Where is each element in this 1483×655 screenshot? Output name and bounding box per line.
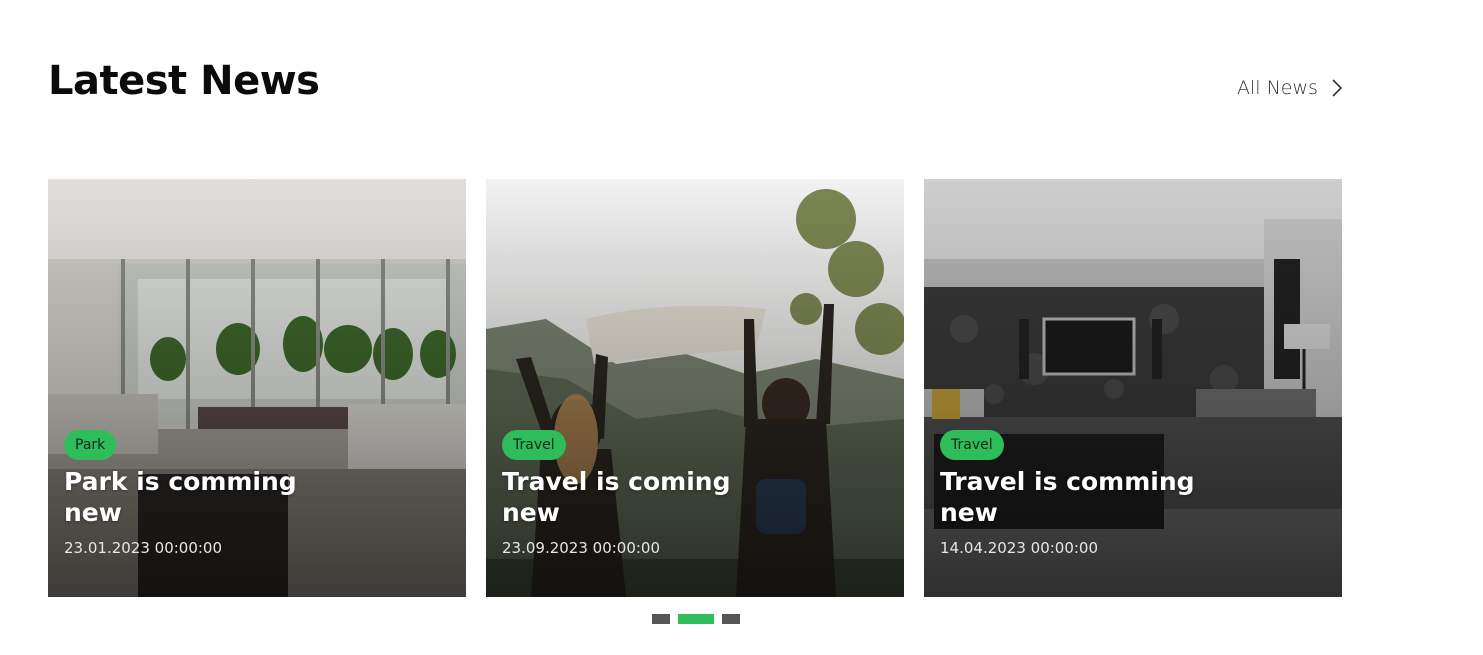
carousel-dot-2-active[interactable] (678, 614, 714, 624)
news-date: 23.09.2023 00:00:00 (502, 539, 661, 557)
carousel-pagination (652, 614, 740, 624)
news-title[interactable]: Travel is comming new (940, 466, 1200, 528)
carousel-dot-1[interactable] (652, 614, 670, 624)
news-date: 14.04.2023 00:00:00 (940, 539, 1099, 557)
carousel-dot-3[interactable] (722, 614, 740, 624)
news-card-travel-1[interactable]: Travel Travel is coming new 23.09.2023 0… (486, 179, 904, 597)
news-title[interactable]: Travel is coming new (502, 466, 762, 528)
news-card-park[interactable]: Park Park is comming new 23.01.2023 00:0… (48, 179, 466, 597)
category-badge[interactable]: Travel (502, 430, 566, 460)
chevron-right-icon (1332, 79, 1343, 97)
category-badge[interactable]: Travel (940, 430, 1004, 460)
news-card-travel-2[interactable]: Travel Travel is comming new 14.04.2023 … (924, 179, 1342, 597)
news-date: 23.01.2023 00:00:00 (64, 539, 223, 557)
category-badge[interactable]: Park (64, 430, 117, 460)
section-title: Latest News (48, 58, 320, 104)
news-title[interactable]: Park is comming new (64, 466, 324, 528)
all-news-link[interactable]: All News (1237, 77, 1344, 99)
all-news-label: All News (1237, 77, 1318, 99)
